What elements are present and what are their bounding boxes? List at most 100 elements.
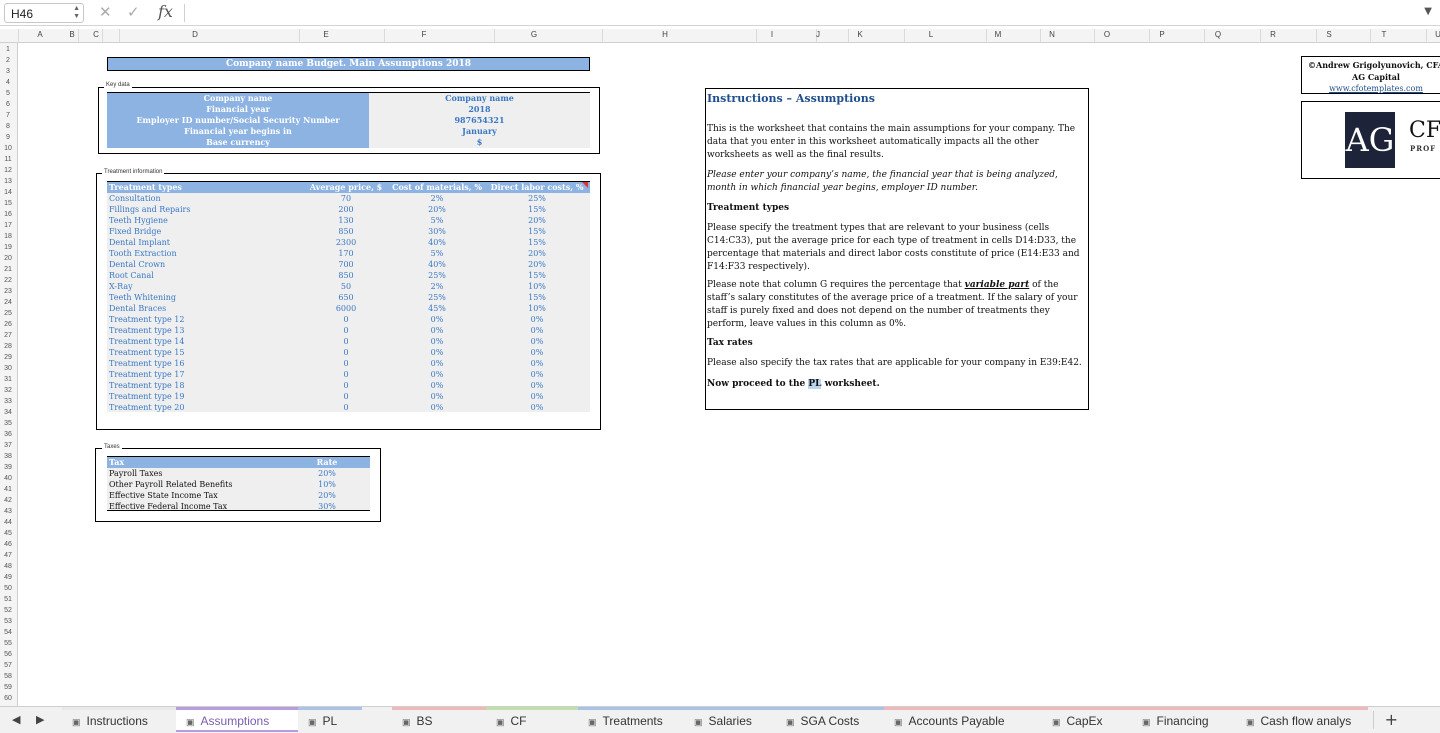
tab-treatments[interactable]: ▣ Treatments — [578, 707, 684, 732]
treatment-name-cell[interactable]: Teeth Hygiene — [109, 215, 279, 226]
add-sheet-icon[interactable]: + — [1385, 710, 1398, 729]
tax-rate-cell[interactable]: 10% — [307, 479, 347, 490]
treatment-value-cell[interactable]: 20% — [387, 204, 487, 215]
row-header[interactable]: 1 — [0, 46, 16, 53]
row-header[interactable]: 2 — [0, 57, 16, 64]
treatment-value-cell[interactable]: 15% — [487, 226, 587, 237]
column-header[interactable]: Q — [1208, 30, 1228, 39]
row-header[interactable]: 55 — [0, 640, 16, 647]
column-header[interactable]: J — [808, 30, 828, 39]
column-header[interactable]: C — [86, 30, 106, 39]
row-header[interactable]: 17 — [0, 222, 16, 229]
row-header[interactable]: 28 — [0, 343, 16, 350]
row-header[interactable]: 56 — [0, 651, 16, 658]
treatment-name-cell[interactable]: Teeth Whitening — [109, 292, 279, 303]
treatment-value-cell[interactable]: 0% — [487, 380, 587, 391]
row-header[interactable]: 11 — [0, 156, 16, 163]
treatment-name-cell[interactable]: Treatment type 14 — [109, 336, 279, 347]
row-header[interactable]: 57 — [0, 662, 16, 669]
tab-cf[interactable]: ▣ CF — [486, 707, 578, 732]
key-data-field-value[interactable]: January — [369, 126, 590, 137]
tab-capex[interactable]: ▣ CapEx — [1042, 707, 1144, 732]
column-header[interactable]: H — [655, 30, 675, 39]
row-header[interactable]: 40 — [0, 475, 16, 482]
row-header[interactable]: 8 — [0, 123, 16, 130]
column-header[interactable]: B — [62, 30, 82, 39]
row-header[interactable]: 13 — [0, 178, 16, 185]
row-header[interactable]: 43 — [0, 508, 16, 515]
key-data-field-value[interactable]: 2018 — [369, 104, 590, 115]
row-header[interactable]: 3 — [0, 68, 16, 75]
row-header[interactable]: 26 — [0, 321, 16, 328]
row-header[interactable]: 14 — [0, 189, 16, 196]
treatment-value-cell[interactable]: 0% — [387, 336, 487, 347]
comment-indicator-icon[interactable] — [582, 182, 588, 188]
row-header[interactable]: 39 — [0, 464, 16, 471]
treatment-name-cell[interactable]: Dental Braces — [109, 303, 279, 314]
tab-pl[interactable]: ▣ PL — [298, 707, 362, 732]
row-header[interactable]: 10 — [0, 145, 16, 152]
tax-rate-cell[interactable]: 20% — [307, 468, 347, 479]
treatment-value-cell[interactable]: 40% — [387, 237, 487, 248]
prev-sheet-icon[interactable]: ◀ — [12, 713, 20, 726]
treatment-value-cell[interactable]: 25% — [387, 270, 487, 281]
row-header[interactable]: 27 — [0, 332, 16, 339]
treatment-value-cell[interactable]: 0% — [387, 402, 487, 413]
treatment-value-cell[interactable]: 15% — [487, 270, 587, 281]
column-header[interactable]: K — [850, 30, 870, 39]
treatment-value-cell[interactable]: 0% — [387, 347, 487, 358]
row-header[interactable]: 22 — [0, 277, 16, 284]
tab-accounts-payable[interactable]: ▣ Accounts Payable — [884, 707, 1042, 732]
treatment-value-cell[interactable]: 0% — [487, 325, 587, 336]
row-header[interactable]: 6 — [0, 101, 16, 108]
column-header[interactable]: L — [921, 30, 941, 39]
row-header[interactable]: 44 — [0, 519, 16, 526]
treatment-name-cell[interactable]: Treatment type 18 — [109, 380, 279, 391]
treatment-value-cell[interactable]: 15% — [487, 292, 587, 303]
treatment-value-cell[interactable]: 2% — [387, 193, 487, 204]
row-header[interactable]: 35 — [0, 420, 16, 427]
row-header[interactable]: 53 — [0, 618, 16, 625]
treatment-value-cell[interactable]: 15% — [487, 237, 587, 248]
tab-instructions[interactable]: ▣ Instructions — [62, 707, 176, 732]
treatment-value-cell[interactable]: 0% — [487, 402, 587, 413]
confirm-icon[interactable]: ✓ — [127, 3, 140, 21]
row-header[interactable]: 60 — [0, 695, 16, 702]
expand-formula-bar-icon[interactable]: ▼ — [1424, 6, 1432, 17]
row-header[interactable]: 18 — [0, 233, 16, 240]
name-box[interactable]: H46 ▲ ▼ — [4, 3, 84, 23]
website-link[interactable]: www.cfotemplates.com — [1302, 83, 1440, 95]
key-data-field-value[interactable]: Company name — [369, 93, 590, 104]
treatment-name-cell[interactable]: Tooth Extraction — [109, 248, 279, 259]
row-header[interactable]: 34 — [0, 409, 16, 416]
treatment-value-cell[interactable]: 5% — [387, 215, 487, 226]
function-icon[interactable]: fx — [158, 2, 173, 21]
treatment-value-cell[interactable]: 0% — [387, 314, 487, 325]
column-header[interactable]: E — [316, 30, 336, 39]
treatment-value-cell[interactable]: 20% — [487, 215, 587, 226]
row-header[interactable]: 4 — [0, 79, 16, 86]
tab-financing[interactable]: ▣ Financing — [1132, 707, 1236, 732]
treatment-value-cell[interactable]: 20% — [487, 259, 587, 270]
row-header[interactable]: 38 — [0, 453, 16, 460]
next-sheet-icon[interactable]: ▶ — [36, 713, 44, 726]
treatment-value-cell[interactable]: 0% — [487, 347, 587, 358]
key-data-field-value[interactable]: 987654321 — [369, 115, 590, 126]
row-header[interactable]: 12 — [0, 167, 16, 174]
treatment-name-cell[interactable]: Dental Crown — [109, 259, 279, 270]
tab-cash-flow-analys[interactable]: ▣ Cash flow analys — [1236, 707, 1368, 732]
key-data-field-value[interactable]: $ — [369, 137, 590, 148]
treatment-value-cell[interactable]: 0% — [487, 314, 587, 325]
column-header[interactable]: G — [524, 30, 544, 39]
treatment-name-cell[interactable]: Treatment type 19 — [109, 391, 279, 402]
treatment-value-cell[interactable]: 0% — [387, 369, 487, 380]
row-header[interactable]: 42 — [0, 497, 16, 504]
treatment-name-cell[interactable]: Treatment type 15 — [109, 347, 279, 358]
column-header[interactable]: N — [1042, 30, 1062, 39]
row-header[interactable]: 50 — [0, 585, 16, 592]
row-header[interactable]: 52 — [0, 607, 16, 614]
column-header[interactable]: F — [414, 30, 434, 39]
treatment-value-cell[interactable]: 10% — [487, 281, 587, 292]
row-header[interactable]: 23 — [0, 288, 16, 295]
treatment-value-cell[interactable]: 10% — [487, 303, 587, 314]
